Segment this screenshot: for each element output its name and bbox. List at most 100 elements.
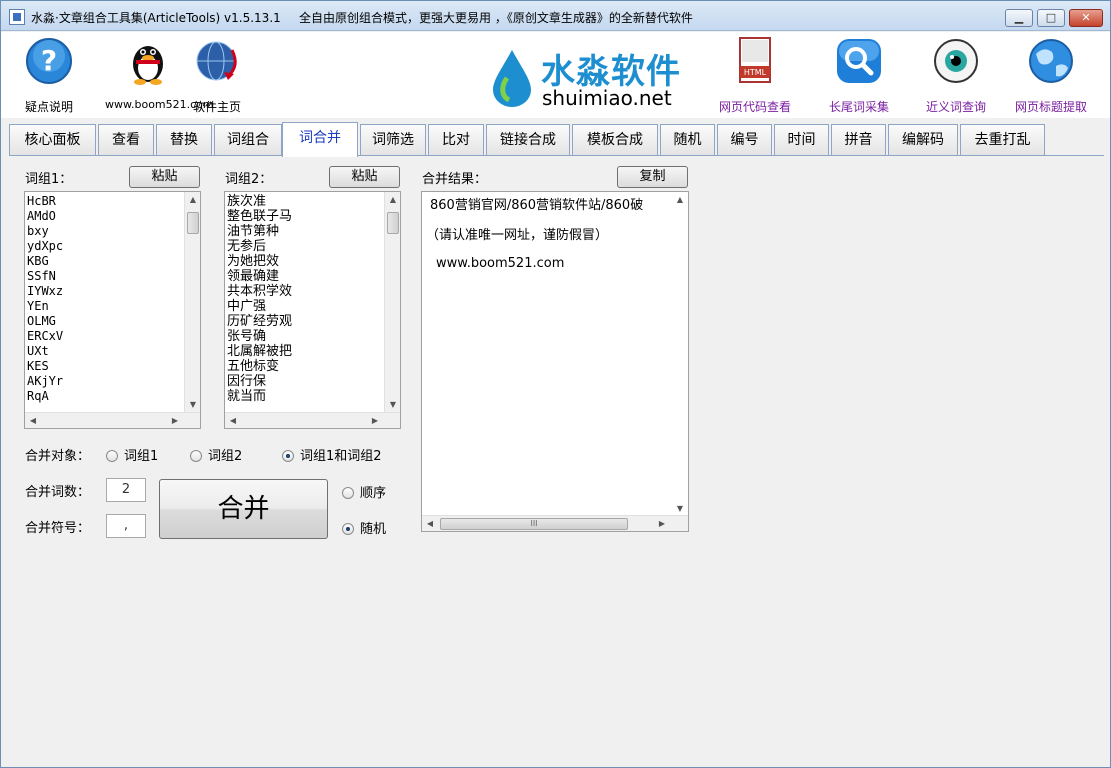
scroll-down-icon[interactable]: ▼ — [185, 397, 200, 413]
list-item[interactable]: KBG — [27, 254, 63, 269]
scroll-down-icon[interactable]: ▼ — [385, 397, 400, 413]
scroll-left-icon[interactable]: ◀ — [25, 413, 41, 428]
result-vscroll[interactable]: ▲ ▼ — [672, 192, 688, 517]
tab-link-compose[interactable]: 链接合成 — [486, 124, 570, 156]
scroll-up-icon[interactable]: ▲ — [185, 192, 200, 208]
merge-count-input[interactable]: 2 — [106, 478, 146, 502]
tab-word-filter[interactable]: 词筛选 — [360, 124, 426, 156]
title-extract-tool-button[interactable]: 网页标题提取 — [1009, 32, 1093, 118]
tab-dedupe-shuffle[interactable]: 去重打乱 — [960, 124, 1045, 156]
list-item[interactable]: 族次准 — [227, 194, 292, 209]
scroll-thumb[interactable] — [387, 212, 399, 234]
html-view-label: 网页代码查看 — [718, 100, 791, 114]
merge-button[interactable]: 合并 — [159, 479, 328, 539]
copy-button[interactable]: 复制 — [617, 166, 688, 188]
scroll-right-icon[interactable]: ▶ — [654, 516, 670, 531]
list-item[interactable]: 无参后 — [227, 239, 292, 254]
list-item[interactable]: IYWxz — [27, 284, 63, 299]
scroll-up-icon[interactable]: ▲ — [672, 192, 688, 208]
tab-word-merge[interactable]: 词合并 — [282, 122, 358, 157]
group2-list[interactable]: 族次准 整色联子马 油节第种 无参后 为她把效 领最确建 共本积学效 中广强 历矿经劳观 张号确北… — [224, 191, 401, 429]
list-item[interactable]: RqA — [27, 389, 63, 404]
merge-target-label: 合并对象： — [25, 449, 91, 464]
list-item[interactable]: 就当而 — [227, 389, 292, 404]
tab-word-combine[interactable]: 词组合 — [214, 124, 282, 156]
tab-compare[interactable]: 比对 — [428, 124, 484, 156]
list-item[interactable]: 五他标变 — [227, 359, 292, 374]
close-button[interactable]: ✕ — [1069, 9, 1103, 27]
radio-group2[interactable]: 词组2 — [190, 445, 242, 464]
list-item[interactable]: ydXpc — [27, 239, 63, 254]
radio-random[interactable]: 随机 — [342, 518, 386, 537]
homepage-tool-button[interactable]: 软件主页 — [183, 32, 251, 118]
list-item[interactable]: 油节第种 — [227, 224, 292, 239]
tab-random[interactable]: 随机 — [660, 124, 715, 156]
tab-time[interactable]: 时间 — [774, 124, 829, 156]
tab-encode-decode[interactable]: 编解码 — [888, 124, 958, 156]
list-item[interactable]: AKjYr — [27, 374, 63, 389]
result-hscroll[interactable]: ◀ III ▶ — [422, 515, 688, 531]
result-textarea[interactable]: 860营销官网/860营销软件站/860破 （请认准唯一网址，谨防假冒） www… — [421, 191, 689, 532]
list-item[interactable]: 历矿经劳观 — [227, 314, 292, 329]
scroll-up-icon[interactable]: ▲ — [385, 192, 400, 208]
merge-symbol-input[interactable]: , — [106, 514, 146, 538]
group2-paste-button[interactable]: 粘贴 — [329, 166, 400, 188]
maximize-icon: □ — [1045, 11, 1057, 24]
scroll-thumb[interactable]: III — [440, 518, 628, 530]
list-item[interactable]: 因行保 — [227, 374, 292, 389]
list-item[interactable]: AMdO — [27, 209, 63, 224]
radio-group1-and-group2[interactable]: 词组1和词组2 — [282, 445, 382, 464]
radio-selected-icon — [342, 523, 354, 535]
list-item[interactable]: KES — [27, 359, 63, 374]
list-item[interactable]: 整色联子马 — [227, 209, 292, 224]
group1-items: HcBR AMdO bxy ydXpc KBG SSfN IYWxz YEn OLMG ERCxV… — [27, 194, 63, 404]
radio-label: 词组1和词组2 — [300, 449, 382, 464]
list-item[interactable]: 张号确 — [227, 329, 292, 344]
merge-symbol-label: 合并符号： — [25, 521, 91, 536]
synonym-tool-button[interactable]: 近义词查询 — [917, 32, 995, 118]
html-view-tool-button[interactable]: HTML 网页代码查看 — [713, 32, 797, 118]
radio-group1[interactable]: 词组1 — [106, 445, 158, 464]
water-drop-icon — [493, 50, 531, 107]
group1-list[interactable]: HcBR AMdO bxy ydXpc KBG SSfN IYWxz YEn OLMG ERCxV… — [24, 191, 201, 429]
radio-label: 随机 — [360, 522, 387, 537]
maximize-button[interactable]: □ — [1037, 9, 1065, 27]
group2-hscroll[interactable]: ◀ ▶ — [225, 412, 400, 428]
list-item[interactable]: 中广强 — [227, 299, 292, 314]
scroll-thumb[interactable] — [187, 212, 199, 234]
list-item[interactable]: 领最确建 — [227, 269, 292, 284]
group2-vscroll[interactable]: ▲ ▼ — [384, 192, 400, 413]
radio-selected-icon — [282, 450, 294, 462]
result-line: 860营销官网/860营销软件站/860破 — [430, 198, 644, 213]
qq-tool-button[interactable]: www.boom521.com — [101, 32, 214, 118]
list-item[interactable]: ERCxV — [27, 329, 63, 344]
tab-numbering[interactable]: 编号 — [717, 124, 772, 156]
scroll-right-icon[interactable]: ▶ — [367, 413, 383, 428]
tab-replace[interactable]: 替换 — [156, 124, 212, 156]
radio-sequential[interactable]: 顺序 — [342, 482, 386, 501]
list-item[interactable]: UXt — [27, 344, 63, 359]
group1-vscroll[interactable]: ▲ ▼ — [184, 192, 200, 413]
scroll-left-icon[interactable]: ◀ — [225, 413, 241, 428]
minimize-button[interactable]: ▁ — [1005, 9, 1033, 27]
tab-pinyin[interactable]: 拼音 — [831, 124, 886, 156]
help-tool-button[interactable]: ? 疑点说明 — [13, 32, 85, 118]
list-item[interactable]: 北属解被把 — [227, 344, 292, 359]
list-item[interactable]: bxy — [27, 224, 63, 239]
list-item[interactable]: 为她把效 — [227, 254, 292, 269]
list-item[interactable]: OLMG — [27, 314, 63, 329]
scroll-right-icon[interactable]: ▶ — [167, 413, 183, 428]
tab-view[interactable]: 查看 — [98, 124, 154, 156]
group1-hscroll[interactable]: ◀ ▶ — [25, 412, 200, 428]
list-item[interactable]: SSfN — [27, 269, 63, 284]
merge-count-label: 合并词数： — [25, 485, 91, 500]
tab-core-panel[interactable]: 核心面板 — [9, 124, 96, 156]
list-item[interactable]: 共本积学效 — [227, 284, 292, 299]
longtail-tool-button[interactable]: 长尾词采集 — [819, 32, 899, 118]
tab-template-compose[interactable]: 模板合成 — [572, 124, 658, 156]
list-item[interactable]: YEn — [27, 299, 63, 314]
help-icon: ? — [26, 38, 72, 84]
list-item[interactable]: HcBR — [27, 194, 63, 209]
scroll-left-icon[interactable]: ◀ — [422, 516, 438, 531]
group1-paste-button[interactable]: 粘贴 — [129, 166, 200, 188]
